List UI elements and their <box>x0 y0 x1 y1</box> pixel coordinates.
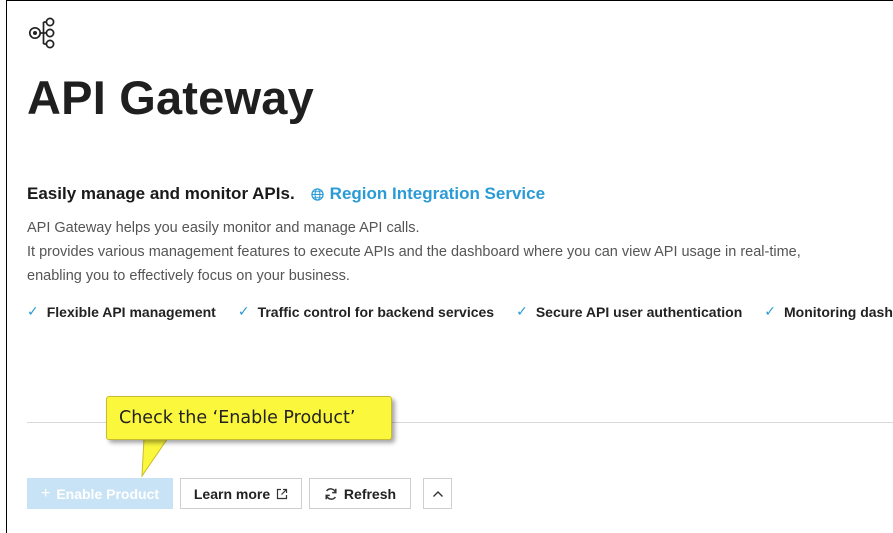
collapse-button[interactable] <box>423 478 452 509</box>
description-line: enabling you to effectively focus on you… <box>27 268 350 284</box>
feature-list: ✓ Flexible API management ✓ Traffic cont… <box>27 303 893 320</box>
action-bar: + Enable Product Learn more Refresh <box>27 478 459 509</box>
refresh-icon <box>325 487 337 500</box>
refresh-button[interactable]: Refresh <box>309 478 411 509</box>
check-icon: ✓ <box>516 303 528 319</box>
instruction-callout: Check the ‘Enable Product’ <box>106 396 392 440</box>
enable-product-label: Enable Product <box>56 485 160 502</box>
feature-item: ✓ Secure API user authentication <box>516 303 742 320</box>
callout-pointer <box>141 438 169 478</box>
learn-more-button[interactable]: Learn more <box>180 478 302 509</box>
window-border-top <box>6 0 893 1</box>
feature-label: Secure API user authentication <box>535 303 743 320</box>
page-title: API Gateway <box>27 71 314 124</box>
external-link-icon <box>277 488 288 499</box>
intro-heading-row: Easily manage and monitor APIs. Region I… <box>27 184 545 204</box>
region-integration-link[interactable]: Region Integration Service <box>310 184 546 204</box>
feature-item: ✓ Monitoring dashboard <box>764 303 893 320</box>
feature-label: Monitoring dashboard <box>784 303 893 320</box>
feature-label: Traffic control for backend services <box>257 303 495 320</box>
callout-text: Check the ‘Enable Product’ <box>119 408 356 428</box>
product-description: API Gateway helps you easily monitor and… <box>27 216 801 288</box>
refresh-label: Refresh <box>343 485 397 502</box>
description-line: API Gateway helps you easily monitor and… <box>27 220 420 236</box>
globe-icon <box>310 187 324 201</box>
feature-label: Flexible API management <box>46 303 216 320</box>
api-gateway-icon <box>28 17 55 49</box>
description-line: It provides various management features … <box>27 244 801 260</box>
region-integration-label: Region Integration Service <box>329 184 546 203</box>
plus-icon: + <box>40 484 51 502</box>
learn-more-label: Learn more <box>193 485 271 502</box>
feature-item: ✓ Traffic control for backend services <box>238 303 494 320</box>
enable-product-button[interactable]: + Enable Product <box>27 478 173 509</box>
check-icon: ✓ <box>27 303 39 319</box>
check-icon: ✓ <box>764 303 776 319</box>
feature-item: ✓ Flexible API management <box>27 303 216 320</box>
check-icon: ✓ <box>237 303 250 319</box>
window-border-left <box>6 0 7 533</box>
tagline: Easily manage and monitor APIs. <box>27 184 295 203</box>
chevron-up-icon <box>432 490 443 497</box>
